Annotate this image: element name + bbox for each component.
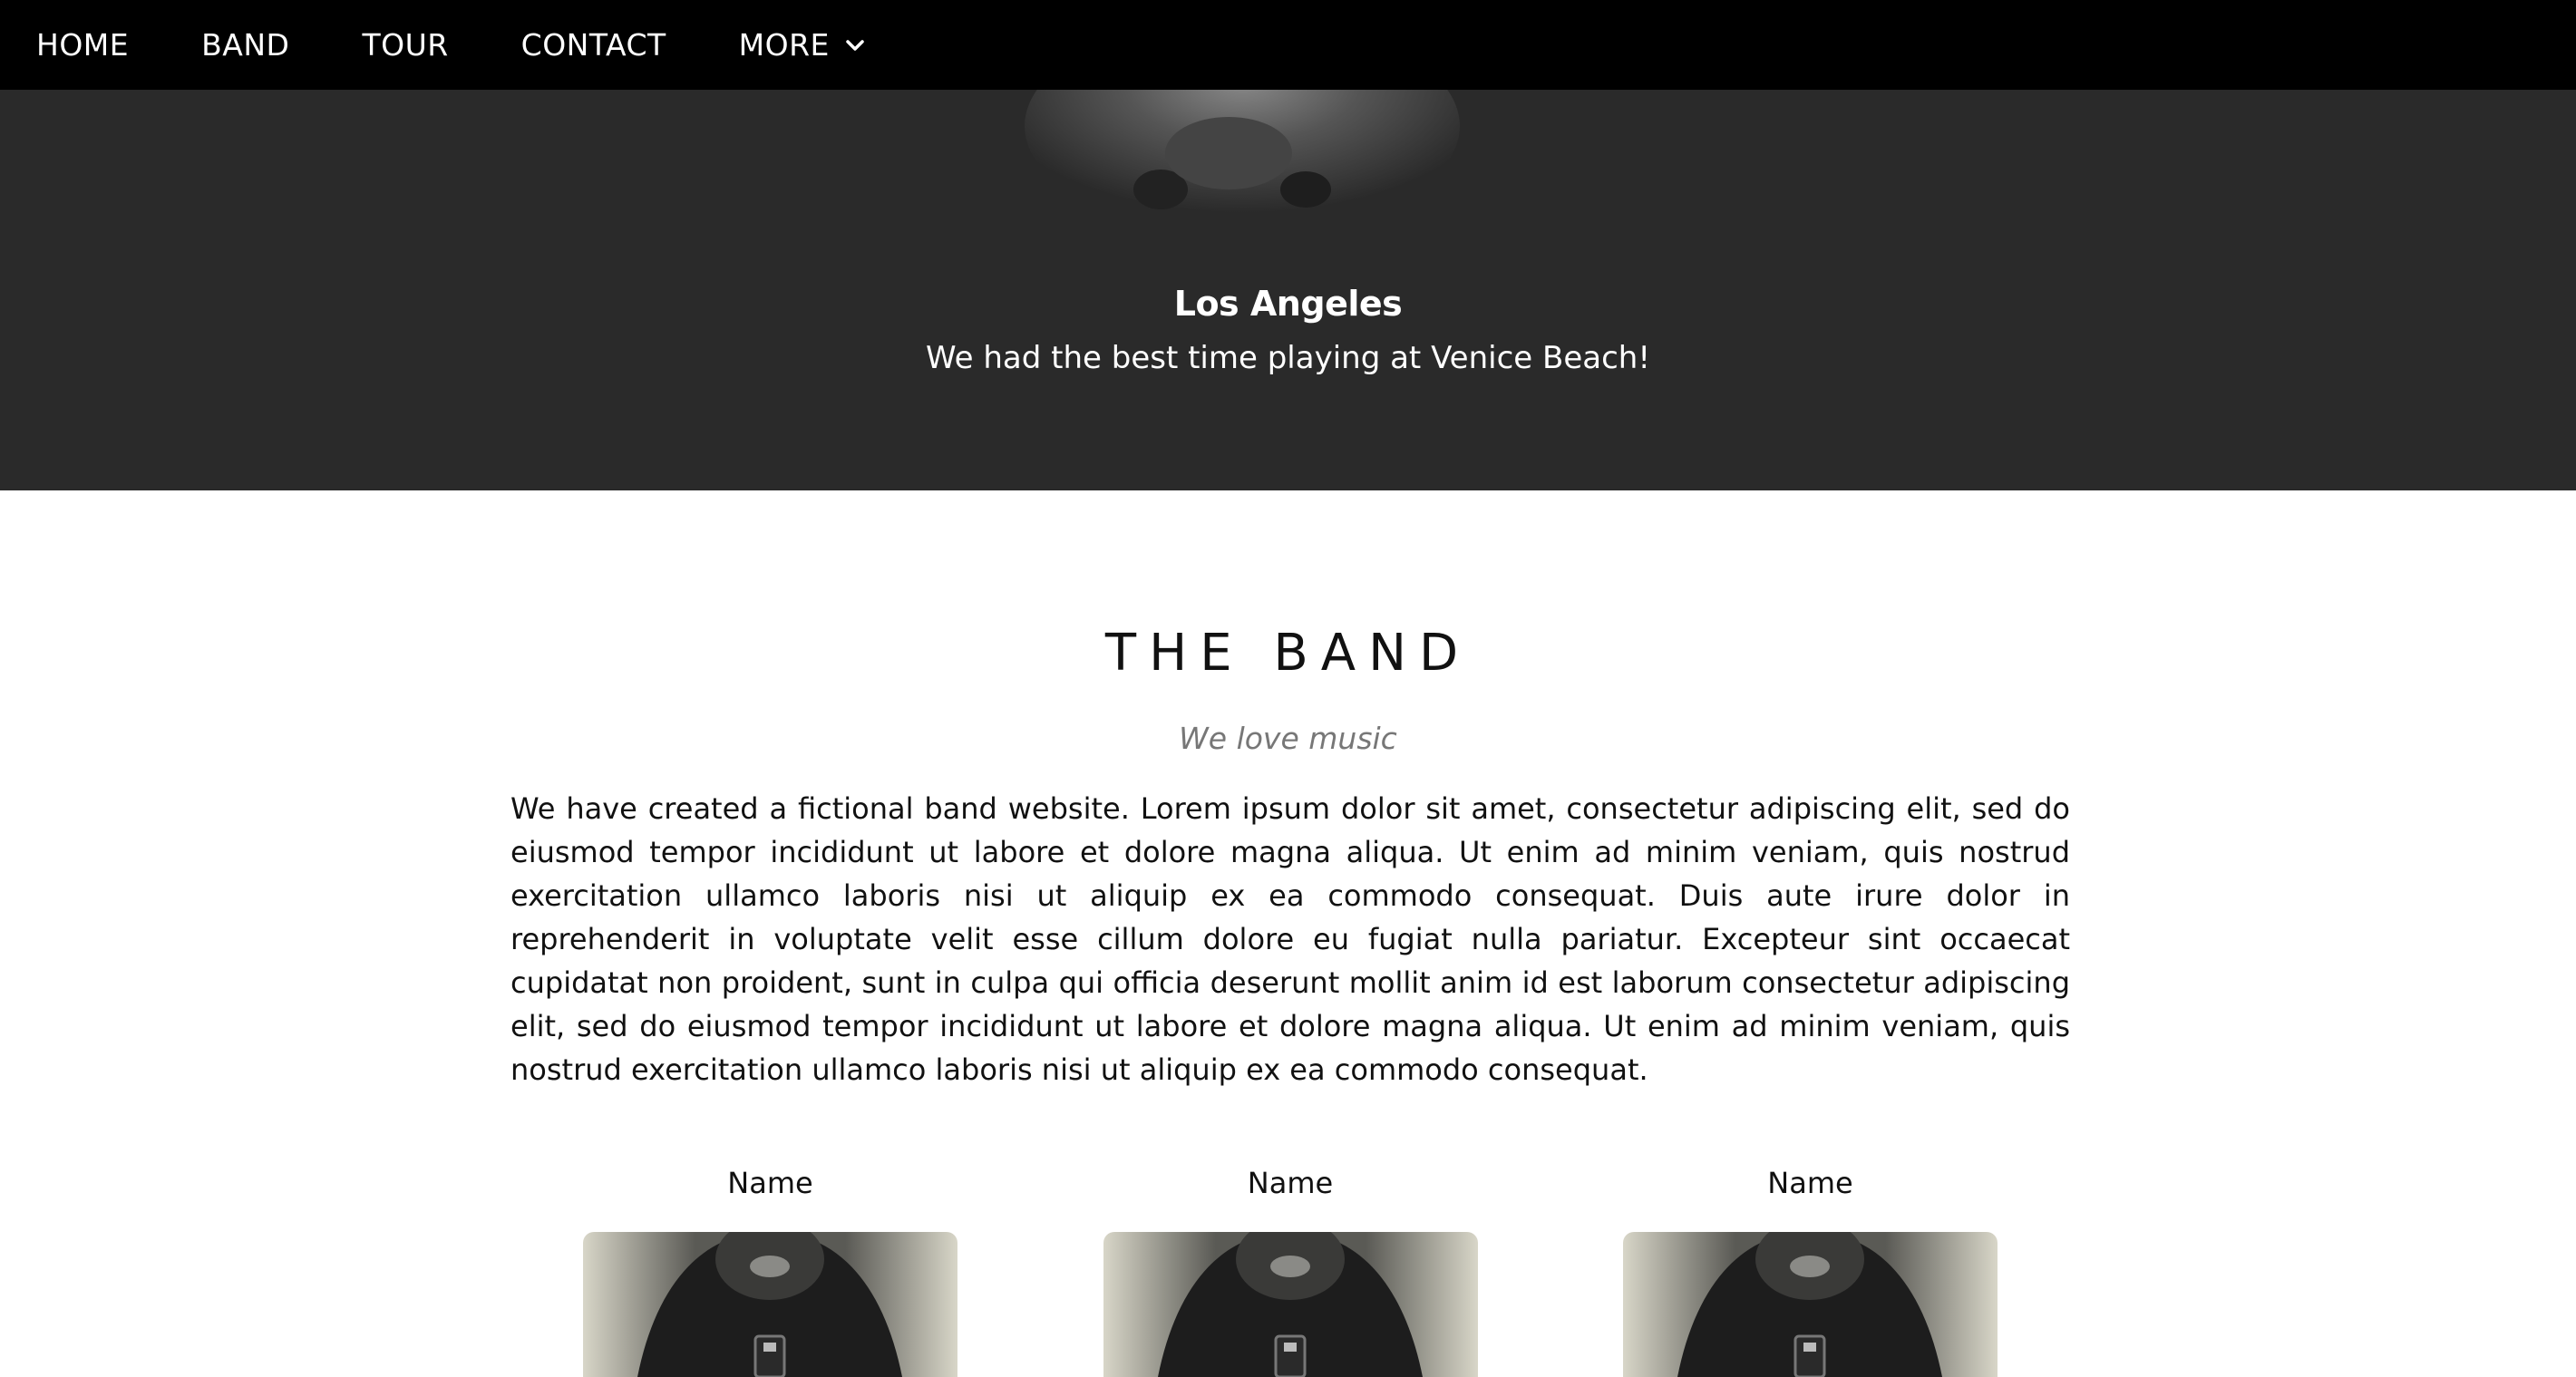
band-section-title: THE BAND	[1104, 624, 1472, 683]
member-name: Name	[727, 1166, 813, 1200]
band-tagline: We love music	[1179, 721, 1397, 756]
band-members: Name Name Name	[510, 1165, 2070, 1377]
nav-tour-link[interactable]: TOUR	[326, 0, 484, 90]
nav-home-link[interactable]: HOME	[0, 0, 165, 90]
nav-contact-link[interactable]: CONTACT	[485, 0, 703, 90]
nav-more-label: MORE	[738, 27, 830, 63]
nav-band-link[interactable]: BAND	[165, 0, 326, 90]
hero-slide: Los Angeles We had the best time playing…	[0, 90, 2576, 490]
band-member-card: Name	[1550, 1165, 2070, 1377]
top-navigation: HOME BAND TOUR CONTACT MORE	[0, 0, 2576, 90]
member-photo[interactable]	[1103, 1232, 1478, 1377]
nav-more-dropdown[interactable]: MORE	[703, 0, 902, 90]
member-name: Name	[1767, 1166, 1853, 1200]
hero-title: Los Angeles	[1173, 284, 1403, 324]
member-photo[interactable]	[583, 1232, 957, 1377]
member-photo[interactable]	[1623, 1232, 1998, 1377]
chevron-down-icon	[846, 39, 864, 51]
member-name: Name	[1247, 1166, 1334, 1200]
band-description: We have created a fictional band website…	[510, 791, 2070, 1087]
hero-concert-photo	[988, 90, 1496, 271]
hero-subtitle: We had the best time playing at Venice B…	[926, 340, 1650, 376]
band-member-card: Name	[510, 1165, 1030, 1377]
band-member-card: Name	[1031, 1165, 1550, 1377]
